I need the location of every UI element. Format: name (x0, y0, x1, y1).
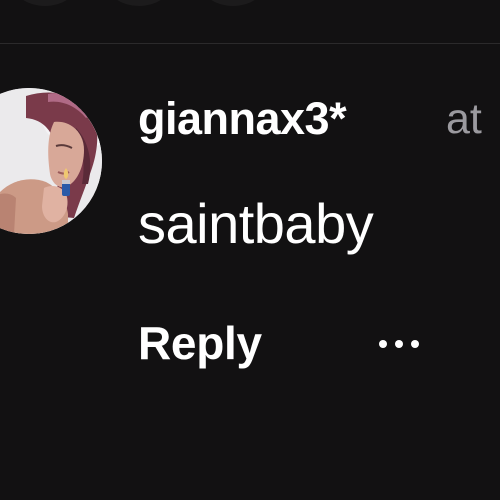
comment-item: giannax3* at saintbaby Reply (0, 44, 500, 500)
comment-text: saintbaby (138, 192, 374, 255)
mention-text[interactable]: at (446, 98, 482, 141)
reaction-button[interactable] (106, 0, 172, 6)
comments-screen: giannax3* at saintbaby Reply (0, 0, 500, 500)
more-horizontal-icon (379, 340, 419, 348)
reaction-button[interactable] (12, 0, 78, 6)
more-options-button[interactable] (374, 336, 424, 352)
reaction-button[interactable] (200, 0, 266, 6)
avatar[interactable] (0, 88, 102, 234)
avatar-image (0, 88, 102, 234)
top-reaction-bar (0, 0, 500, 44)
reply-button[interactable]: Reply (138, 320, 262, 366)
comment-username[interactable]: giannax3* (138, 96, 347, 141)
